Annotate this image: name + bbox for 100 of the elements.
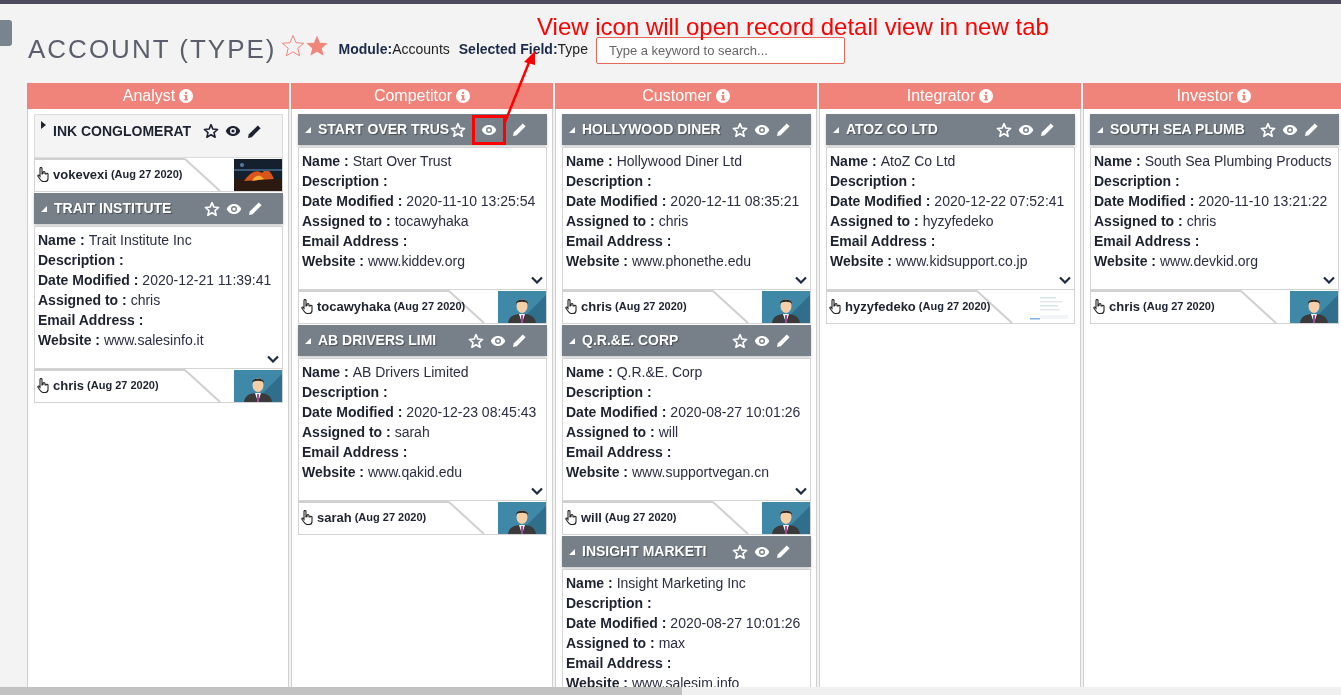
info-icon[interactable] bbox=[456, 89, 471, 103]
hand-pointer-icon bbox=[565, 299, 578, 314]
field-label: Assigned to : bbox=[566, 211, 655, 231]
created-date: (Aug 27 2020) bbox=[615, 299, 687, 315]
column-title: Customer bbox=[642, 86, 712, 106]
card-header[interactable]: INK CONGLOMERAT bbox=[34, 114, 283, 158]
card-header[interactable]: START OVER TRUS bbox=[298, 114, 547, 145]
star-icon[interactable] bbox=[304, 34, 329, 58]
sidebar-toggle[interactable] bbox=[0, 20, 12, 46]
view-icon[interactable] bbox=[225, 125, 241, 137]
field-label: Email Address : bbox=[566, 442, 672, 462]
card-title[interactable]: START OVER TRUS bbox=[318, 119, 450, 140]
field-label: Description : bbox=[302, 171, 388, 191]
field-label: Website : bbox=[302, 462, 364, 482]
field-value: Q.R.&E. Corp bbox=[616, 362, 703, 382]
field-value: hyzyfedeko bbox=[922, 211, 994, 231]
module-label: Module: bbox=[338, 40, 393, 59]
caret-down-icon[interactable] bbox=[305, 337, 311, 344]
field-value: will bbox=[658, 422, 679, 442]
field-value: 2020-12-21 11:39:41 bbox=[142, 270, 272, 290]
field-label: Name : bbox=[566, 573, 613, 593]
field-label: Date Modified : bbox=[302, 402, 403, 422]
field-value: www.supportvegan.cn bbox=[632, 462, 769, 482]
hand-pointer-icon bbox=[301, 299, 314, 314]
info-icon[interactable] bbox=[1237, 89, 1252, 103]
field-label: Name : bbox=[566, 362, 613, 382]
card-title[interactable]: HOLLYWOOD DINER bbox=[582, 119, 721, 140]
card-title[interactable]: AB DRIVERS LIMI bbox=[318, 330, 437, 351]
caret-down-icon[interactable] bbox=[569, 337, 575, 344]
info-icon[interactable] bbox=[715, 89, 730, 103]
chevron-down-icon[interactable] bbox=[795, 487, 807, 495]
user-name[interactable]: tocawyhaka bbox=[317, 296, 391, 317]
field-label: Assigned to : bbox=[1094, 211, 1183, 231]
caret-down-icon[interactable] bbox=[305, 126, 311, 133]
field-label: Email Address : bbox=[566, 653, 672, 673]
card-title[interactable]: ATOZ CO LTD bbox=[846, 119, 938, 140]
field-label: Website : bbox=[1094, 251, 1156, 271]
field-label: Assigned to : bbox=[302, 422, 391, 442]
caret-down-icon[interactable] bbox=[41, 205, 47, 212]
field-label: Name : bbox=[302, 151, 349, 171]
field-value: max bbox=[658, 633, 686, 653]
user-name[interactable]: chris bbox=[581, 296, 613, 317]
card-title[interactable]: INSIGHT MARKETI bbox=[582, 541, 707, 562]
field-value: 2020-12-23 08:45:43 bbox=[406, 402, 537, 422]
column-title: Analyst bbox=[122, 86, 176, 106]
column-title: Integrator bbox=[906, 86, 976, 106]
field-label: Description : bbox=[566, 171, 652, 191]
chevron-down-icon[interactable] bbox=[531, 487, 543, 495]
card-header[interactable]: INSIGHT MARKETI bbox=[562, 536, 811, 567]
card-header[interactable]: TRAIT INSTITUTE bbox=[34, 193, 283, 224]
user-name[interactable]: chris bbox=[1109, 296, 1141, 317]
selected-field-label: Selected Field: bbox=[458, 40, 558, 59]
user-name[interactable]: vokevexi bbox=[53, 164, 108, 185]
chevron-down-icon[interactable] bbox=[1059, 276, 1071, 284]
created-date: (Aug 27 2020) bbox=[87, 378, 159, 394]
card-header[interactable]: AB DRIVERS LIMI bbox=[298, 325, 547, 356]
star-outline-icon[interactable] bbox=[203, 123, 219, 139]
field-value: AB Drivers Limited bbox=[352, 362, 469, 382]
hand-pointer-icon bbox=[1093, 299, 1106, 314]
card-title[interactable]: TRAIT INSTITUTE bbox=[54, 198, 172, 219]
user-name[interactable]: chris bbox=[53, 375, 85, 396]
info-icon[interactable] bbox=[979, 89, 994, 103]
edit-icon[interactable] bbox=[247, 123, 262, 139]
caret-down-icon[interactable] bbox=[569, 548, 575, 555]
field-label: Name : bbox=[566, 151, 613, 171]
caret-down-icon[interactable] bbox=[1097, 126, 1103, 133]
field-value: 2020-12-22 07:52:41 bbox=[934, 191, 1065, 211]
chevron-down-icon[interactable] bbox=[267, 355, 279, 363]
caret-down-icon[interactable] bbox=[833, 126, 839, 133]
field-label: Assigned to : bbox=[38, 290, 127, 310]
caret-right-icon[interactable] bbox=[41, 121, 46, 129]
field-label: Name : bbox=[830, 151, 877, 171]
card-title[interactable]: INK CONGLOMERAT bbox=[53, 121, 192, 142]
user-name[interactable]: sarah bbox=[317, 507, 352, 528]
field-label: Email Address : bbox=[1094, 231, 1200, 251]
user-name[interactable]: hyzyfedeko bbox=[845, 296, 916, 317]
field-label: Description : bbox=[566, 593, 652, 613]
card-header[interactable]: HOLLYWOOD DINER bbox=[562, 114, 811, 145]
card-title[interactable]: Q.R.&E. CORP bbox=[582, 330, 679, 351]
chevron-down-icon[interactable] bbox=[531, 276, 543, 284]
star-outline-icon[interactable] bbox=[280, 34, 305, 58]
created-date: (Aug 27 2020) bbox=[604, 510, 677, 526]
field-label: Name : bbox=[1094, 151, 1141, 171]
field-label: Website : bbox=[38, 330, 100, 350]
chevron-down-icon[interactable] bbox=[1323, 276, 1335, 284]
card-header[interactable]: SOUTH SEA PLUMB bbox=[1090, 114, 1339, 145]
card-header[interactable]: ATOZ CO LTD bbox=[826, 114, 1075, 145]
card-header[interactable]: Q.R.&E. CORP bbox=[562, 325, 811, 356]
scrollbar-thumb[interactable] bbox=[0, 687, 682, 695]
field-label: Assigned to : bbox=[566, 422, 655, 442]
info-icon[interactable] bbox=[179, 89, 194, 103]
card-title[interactable]: SOUTH SEA PLUMB bbox=[1110, 119, 1245, 140]
field-value: www.qakid.edu bbox=[368, 462, 463, 482]
field-value: 2020-11-10 13:25:54 bbox=[406, 191, 536, 211]
caret-down-icon[interactable] bbox=[569, 126, 575, 133]
user-name[interactable]: will bbox=[581, 507, 602, 528]
field-label: Description : bbox=[302, 382, 388, 402]
chevron-down-icon[interactable] bbox=[795, 276, 807, 284]
field-label: Description : bbox=[38, 250, 124, 270]
field-label: Date Modified : bbox=[1094, 191, 1195, 211]
